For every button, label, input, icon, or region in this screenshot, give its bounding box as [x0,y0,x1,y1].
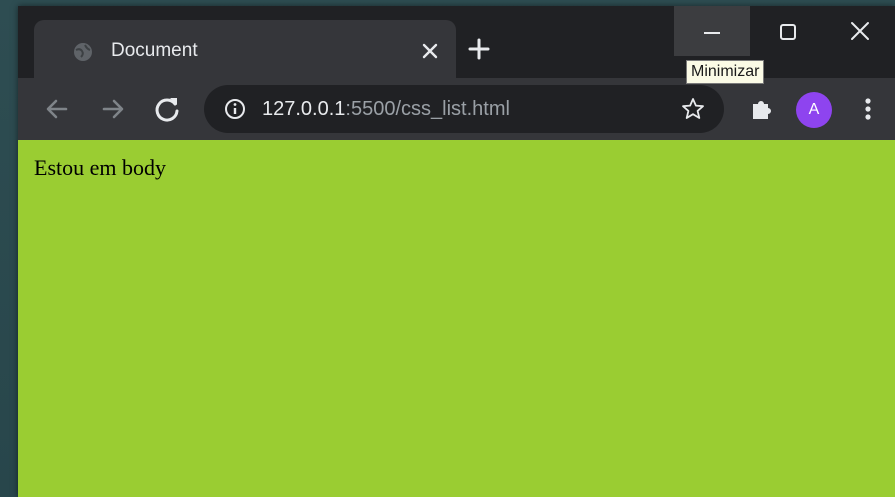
browser-window: Document Minimizar 127.0.0.1:5500/css_li… [18,6,895,497]
star-icon[interactable] [680,96,706,122]
info-icon[interactable] [224,98,246,120]
url-host: 127.0.0.1 [262,98,346,120]
url-text[interactable]: 127.0.0.1:5500/css_list.html [262,97,510,121]
page-viewport: Estou em body [18,140,895,497]
globe-icon [74,43,92,61]
close-icon [851,22,869,40]
close-window-button[interactable] [826,6,895,56]
maximize-button[interactable] [750,6,826,56]
kebab-menu-icon[interactable] [856,94,880,124]
plus-icon[interactable] [464,34,494,64]
tab-document[interactable]: Document [34,20,456,78]
arrow-right-icon[interactable] [96,92,130,126]
body-text: Estou em body [34,155,166,180]
tab-title: Document [111,40,198,61]
minimize-icon [704,32,720,34]
profile-avatar[interactable]: A [796,92,832,128]
close-icon[interactable] [416,37,444,65]
minimize-button[interactable] [674,6,750,56]
reload-icon[interactable] [150,92,184,126]
maximize-icon [780,24,796,40]
arrow-left-icon[interactable] [40,92,74,126]
url-path: :5500/css_list.html [345,98,510,120]
puzzle-icon[interactable] [748,95,776,123]
browser-toolbar: 127.0.0.1:5500/css_list.html A [18,78,895,140]
desktop: Document Minimizar 127.0.0.1:5500/css_li… [0,0,895,497]
address-bar[interactable]: 127.0.0.1:5500/css_list.html [204,85,724,133]
minimize-tooltip: Minimizar [686,60,765,84]
title-bar: Document Minimizar [18,6,895,84]
